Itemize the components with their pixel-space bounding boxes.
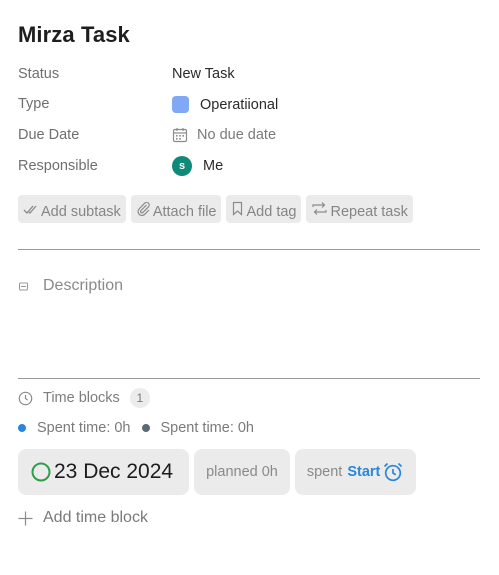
status-dot [18, 424, 26, 432]
due-date-value[interactable]: No due date [172, 127, 276, 143]
spent-time-chip[interactable]: spent Start [294, 449, 417, 495]
description-icon [19, 282, 28, 290]
task-title[interactable]: Mirza Task [18, 22, 130, 48]
responsible-value-text: Me [203, 158, 224, 174]
divider [18, 249, 480, 250]
description-field[interactable]: Description [18, 277, 123, 295]
alarm-clock-icon[interactable] [382, 461, 404, 483]
task-detail-panel: Mirza Task Status New Task Type Operatii… [0, 0, 499, 575]
time-block-date-chip[interactable]: 23 Dec 2024 [18, 449, 190, 495]
spent-time-text: Spent time: 0h [160, 420, 255, 436]
add-tag-button[interactable]: Add tag [226, 195, 302, 223]
time-blocks-header: Time blocks 1 [18, 388, 150, 408]
add-tag-label: Add tag [246, 203, 297, 220]
avatar-letter: S [178, 160, 186, 172]
planned-time-text: planned 0h [206, 464, 278, 480]
due-date-text: No due date [197, 127, 277, 143]
bookmark-icon [233, 201, 243, 216]
responsible-label: Responsible [18, 158, 98, 174]
responsible-value[interactable]: S Me [172, 156, 223, 176]
time-blocks-count-badge: 1 [129, 388, 150, 408]
type-value[interactable]: Operatiional [172, 96, 278, 113]
type-value-text: Operatiional [200, 96, 279, 113]
repeat-icon [312, 202, 328, 215]
repeat-task-label: Repeat task [330, 203, 408, 220]
paperclip-icon [137, 201, 150, 216]
spent-time-text: Spent time: 0h [37, 420, 131, 436]
repeat-task-button[interactable]: Repeat task [306, 195, 413, 223]
due-date-label: Due Date [18, 127, 80, 143]
calendar-icon [172, 127, 188, 143]
task-actions-toolbar: Add subtask Attach file Add tag Repeat t… [18, 195, 413, 223]
attach-file-button[interactable]: Attach file [130, 195, 222, 223]
add-time-block-label: Add time block [43, 509, 148, 526]
time-block-item: 23 Dec 2024 planned 0h spent Start [18, 449, 417, 495]
status-dot [141, 424, 150, 432]
attach-file-label: Attach file [152, 203, 217, 220]
start-timer-button[interactable]: Start [347, 464, 380, 480]
type-label: Type [18, 96, 50, 112]
clock-icon [18, 391, 33, 405]
status-label: Status [18, 66, 60, 82]
divider [18, 378, 480, 379]
avatar: S [172, 156, 192, 176]
status-circle-icon [31, 462, 51, 482]
status-value[interactable]: New Task [172, 66, 235, 82]
add-time-block-button[interactable]: Add time block [18, 509, 148, 527]
status-value-text: New Task [172, 66, 235, 82]
time-blocks-label: Time blocks [43, 390, 120, 406]
time-block-date: 23 Dec 2024 [54, 460, 174, 483]
plus-icon [18, 511, 33, 525]
checkmark-icon [23, 205, 37, 214]
planned-time-chip[interactable]: planned 0h [194, 449, 290, 495]
description-placeholder: Description [43, 277, 124, 294]
spent-label: spent [306, 464, 343, 480]
spent-summary: Spent time: 0h Spent time: 0h [18, 420, 254, 436]
add-subtask-button[interactable]: Add subtask [18, 195, 126, 223]
add-subtask-label: Add subtask [41, 203, 121, 220]
type-color-swatch [172, 96, 189, 113]
